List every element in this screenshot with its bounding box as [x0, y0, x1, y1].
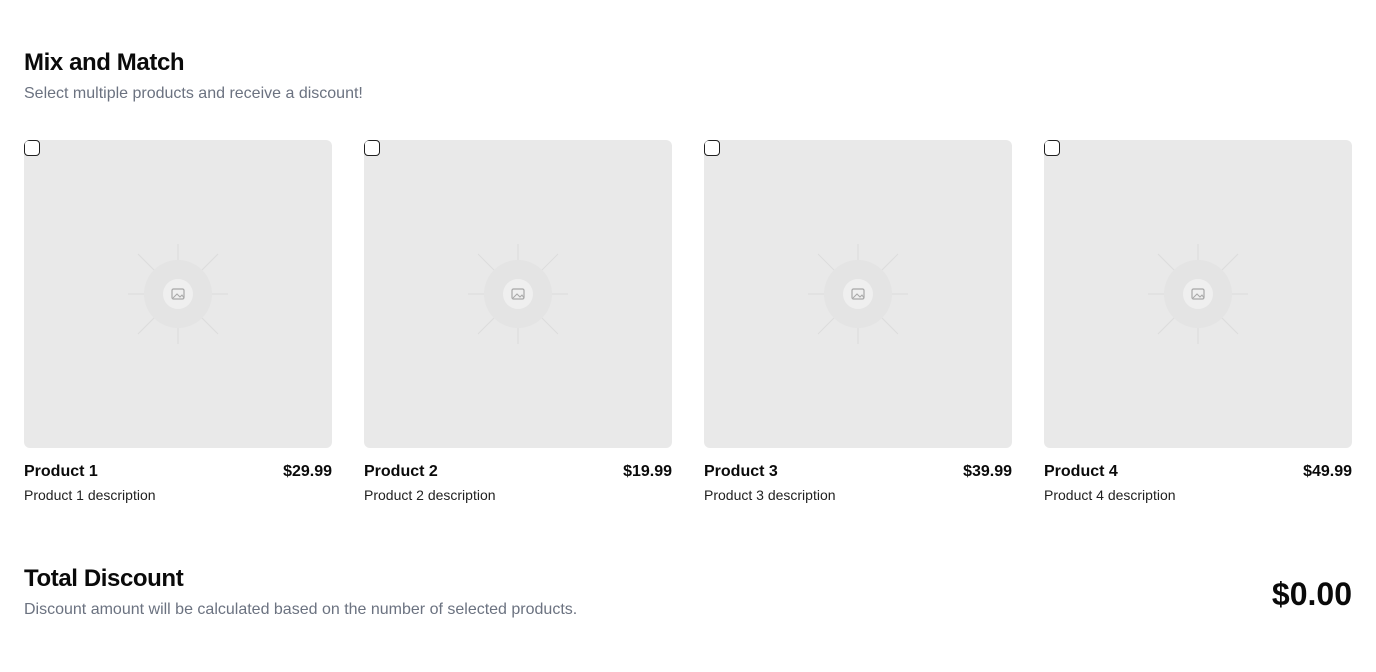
- product-info: Product 1 $29.99: [24, 462, 332, 482]
- product-price: $49.99: [1303, 463, 1352, 480]
- image-placeholder-icon: [1148, 244, 1248, 344]
- product-name: Product 2: [364, 463, 438, 480]
- product-image: [704, 140, 1012, 448]
- product-price: $29.99: [283, 463, 332, 480]
- product-description: Product 3 description: [704, 487, 836, 503]
- product-description: Product 2 description: [364, 487, 496, 503]
- product-info: Product 4 $49.99: [1044, 462, 1352, 482]
- product-grid: Product 1 $29.99 Product 1 description P…: [24, 140, 1352, 504]
- product-description: Product 4 description: [1044, 487, 1176, 503]
- product-select-checkbox[interactable]: [704, 140, 720, 156]
- image-placeholder-icon: [468, 244, 568, 344]
- product-card: Product 2 $19.99 Product 2 description: [364, 140, 672, 504]
- product-price: $19.99: [623, 463, 672, 480]
- product-name: Product 4: [1044, 463, 1118, 480]
- page-subtitle: Select multiple products and receive a d…: [24, 85, 363, 102]
- total-discount-section: Total Discount Discount amount will be c…: [24, 564, 577, 620]
- product-select-checkbox[interactable]: [364, 140, 380, 156]
- total-discount-title: Total Discount: [24, 565, 184, 592]
- product-select-checkbox[interactable]: [1044, 140, 1060, 156]
- product-card: Product 1 $29.99 Product 1 description: [24, 140, 332, 504]
- product-card: Product 3 $39.99 Product 3 description: [704, 140, 1012, 504]
- product-info: Product 3 $39.99: [704, 462, 1012, 482]
- product-image: [364, 140, 672, 448]
- product-card: Product 4 $49.99 Product 4 description: [1044, 140, 1352, 504]
- product-price: $39.99: [963, 463, 1012, 480]
- product-name: Product 1: [24, 463, 98, 480]
- page-title: Mix and Match: [24, 49, 185, 76]
- product-image: [24, 140, 332, 448]
- product-name: Product 3: [704, 463, 778, 480]
- product-description: Product 1 description: [24, 487, 156, 503]
- product-info: Product 2 $19.99: [364, 462, 672, 482]
- product-select-checkbox[interactable]: [24, 140, 40, 156]
- product-image: [1044, 140, 1352, 448]
- total-discount-amount: $0.00: [1271, 576, 1352, 612]
- total-discount-subtitle: Discount amount will be calculated based…: [24, 601, 578, 618]
- image-placeholder-icon: [128, 244, 228, 344]
- page-header: Mix and Match Select multiple products a…: [24, 48, 363, 104]
- image-placeholder-icon: [808, 244, 908, 344]
